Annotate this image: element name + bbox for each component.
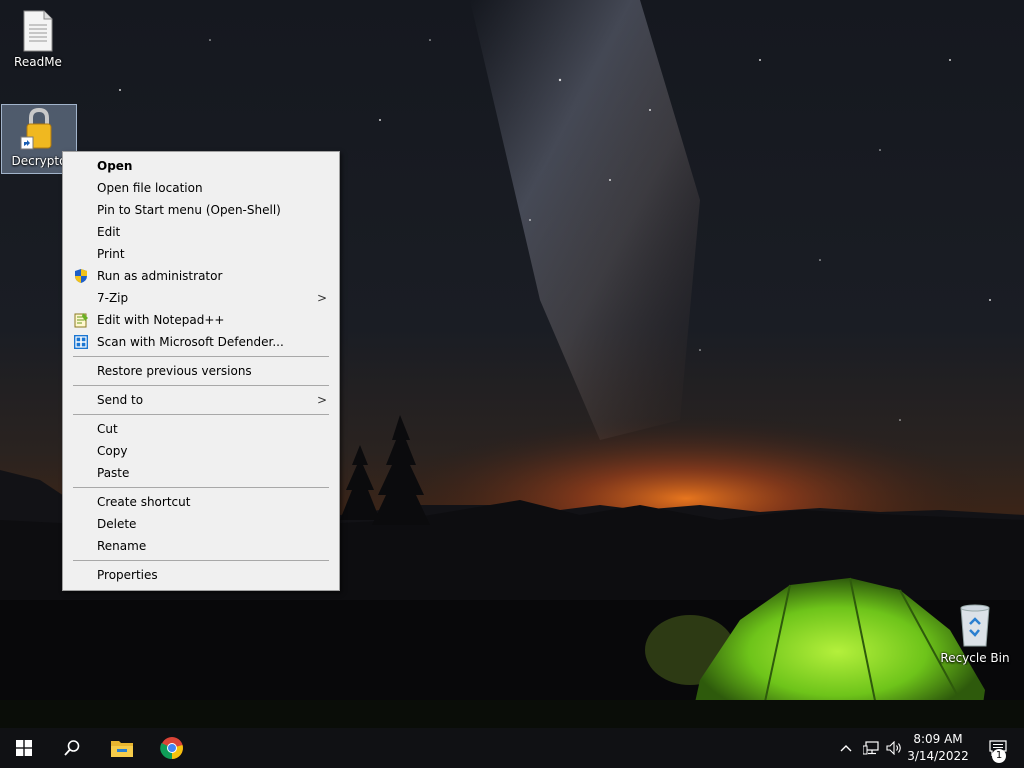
menu-item-label: Run as administrator [97, 269, 223, 283]
windows-logo-icon [16, 740, 32, 756]
search-button[interactable] [48, 728, 96, 768]
desktop-icon-recycle-bin[interactable]: Recycle Bin [937, 600, 1013, 670]
notepadplusplus-icon [74, 313, 88, 328]
defender-icon [74, 335, 88, 349]
menu-item-label: Print [97, 247, 125, 261]
chevron-right-icon: > [316, 291, 327, 305]
menu-item-paste[interactable]: Paste [65, 462, 337, 484]
menu-item-label: Cut [97, 422, 118, 436]
volume-icon [886, 741, 901, 755]
clock-date: 3/14/2022 [907, 749, 969, 763]
menu-item-open[interactable]: Open [65, 155, 337, 177]
show-hidden-icons-button[interactable] [836, 728, 856, 768]
menu-item-create-shortcut[interactable]: Create shortcut [65, 491, 337, 513]
menu-item-pin-to-start[interactable]: Pin to Start menu (Open-Shell) [65, 199, 337, 221]
menu-separator [73, 414, 329, 415]
chrome-button[interactable] [148, 728, 196, 768]
menu-item-label: Rename [97, 539, 147, 553]
taskbar: 8:09 AM 3/14/2022 [0, 728, 1024, 768]
desktop-icon-label: Recycle Bin [940, 651, 1010, 665]
menu-item-open-file-location[interactable]: Open file location [65, 177, 337, 199]
taskbar-clock[interactable]: 8:09 AM 3/14/2022 [906, 731, 970, 765]
notification-count-badge: 1 [992, 749, 1006, 763]
menu-item-scan-with-defender[interactable]: Scan with Microsoft Defender... [65, 331, 337, 353]
desktop-icon-readme[interactable]: ReadMe [0, 6, 76, 76]
start-button[interactable] [0, 728, 48, 768]
menu-item-7zip[interactable]: 7-Zip > [65, 287, 337, 309]
desktop-icon-label: ReadMe [14, 55, 62, 69]
menu-item-copy[interactable]: Copy [65, 440, 337, 462]
menu-item-edit-with-notepadplusplus[interactable]: Edit with Notepad++ [65, 309, 337, 331]
menu-item-label: Send to [97, 393, 144, 407]
menu-item-label: Open [97, 159, 133, 173]
network-button[interactable] [860, 728, 882, 768]
menu-item-label: Pin to Start menu (Open-Shell) [97, 203, 281, 217]
menu-item-label: Properties [97, 568, 158, 582]
menu-item-label: Restore previous versions [97, 364, 252, 378]
document-icon [23, 10, 53, 52]
chevron-right-icon: > [316, 393, 327, 407]
menu-item-label: Paste [97, 466, 130, 480]
chrome-icon [160, 737, 183, 760]
menu-item-label: Copy [97, 444, 128, 458]
menu-item-label: Scan with Microsoft Defender... [97, 335, 284, 349]
menu-item-label: Create shortcut [97, 495, 191, 509]
menu-item-send-to[interactable]: Send to > [65, 389, 337, 411]
context-menu: Open Open file location Pin to Start men… [62, 151, 340, 591]
menu-item-label: Edit [97, 225, 121, 239]
menu-item-print[interactable]: Print [65, 243, 337, 265]
chevron-up-icon [840, 745, 852, 752]
uac-shield-icon [75, 269, 87, 283]
menu-item-label: 7-Zip [97, 291, 129, 305]
menu-separator [73, 356, 329, 357]
menu-item-properties[interactable]: Properties [65, 564, 337, 586]
menu-item-label: Open file location [97, 181, 203, 195]
clock-time: 8:09 AM [913, 732, 963, 746]
menu-item-edit[interactable]: Edit [65, 221, 337, 243]
menu-separator [73, 487, 329, 488]
recycle-bin-icon [960, 604, 990, 647]
network-icon [863, 741, 879, 755]
file-explorer-button[interactable] [98, 728, 146, 768]
menu-item-cut[interactable]: Cut [65, 418, 337, 440]
menu-separator [73, 385, 329, 386]
menu-item-label: Delete [97, 517, 137, 531]
volume-button[interactable] [884, 728, 906, 768]
menu-item-label: Edit with Notepad++ [97, 313, 225, 327]
menu-item-delete[interactable]: Delete [65, 513, 337, 535]
menu-separator [73, 560, 329, 561]
menu-item-run-as-administrator[interactable]: Run as administrator [65, 265, 337, 287]
lock-icon [20, 107, 52, 150]
folder-icon [111, 741, 133, 757]
menu-item-rename[interactable]: Rename [65, 535, 337, 557]
search-icon [64, 740, 80, 756]
menu-item-restore-previous-versions[interactable]: Restore previous versions [65, 360, 337, 382]
